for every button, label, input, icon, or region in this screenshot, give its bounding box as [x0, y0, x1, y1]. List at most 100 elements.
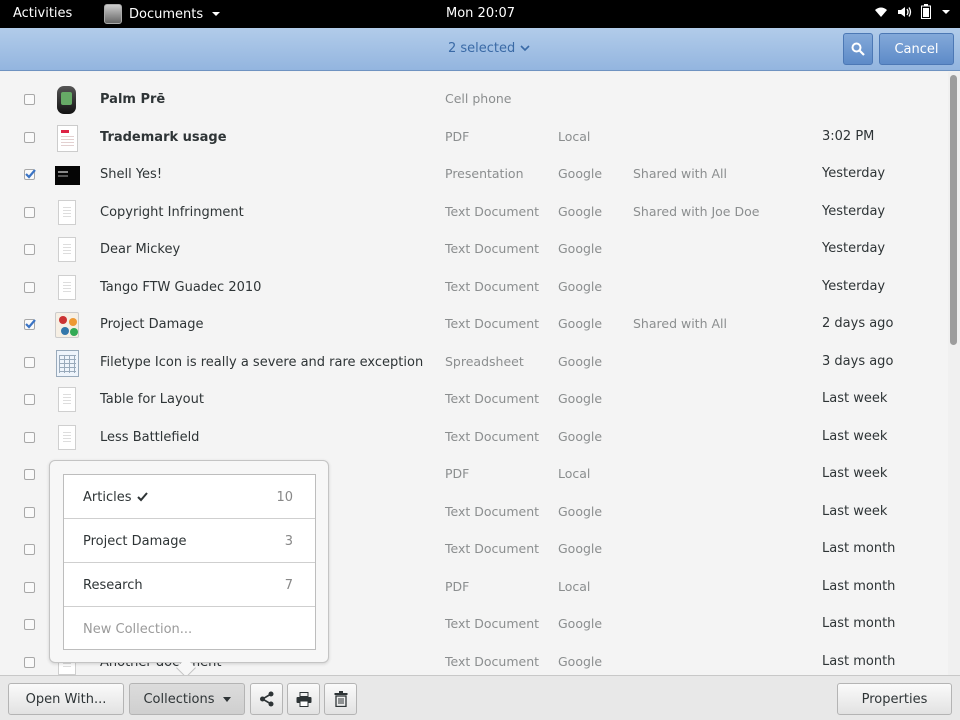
collection-count: 3	[284, 534, 293, 549]
select-checkbox[interactable]	[24, 356, 35, 368]
top-bar: Activities Documents Mon 20:07	[0, 0, 960, 28]
collection-name: Research	[83, 578, 143, 593]
app-menu[interactable]: Documents	[104, 4, 221, 24]
select-checkbox[interactable]	[24, 394, 35, 405]
select-checkbox[interactable]	[24, 94, 35, 105]
print-button[interactable]	[287, 683, 320, 715]
document-thumbnail	[55, 166, 80, 185]
document-sharing: Shared with All	[633, 166, 727, 181]
document-date: Yesterday	[822, 241, 886, 256]
document-row[interactable]: Dear Mickey Text Document Google Yesterday	[0, 231, 948, 268]
document-type: PDF	[445, 128, 470, 144]
collection-count: 10	[276, 490, 293, 505]
search-icon	[851, 42, 865, 56]
document-date: Last month	[822, 616, 896, 631]
trash-button[interactable]	[324, 683, 357, 715]
status-tray[interactable]	[874, 4, 950, 19]
document-sharing: Shared with Joe Doe	[633, 203, 760, 219]
print-icon	[296, 691, 311, 707]
document-thumbnail	[58, 387, 76, 412]
scrollbar[interactable]	[948, 72, 960, 675]
select-checkbox[interactable]	[24, 469, 35, 480]
document-thumbnail	[58, 274, 76, 300]
document-type: Text Document	[445, 278, 540, 294]
select-checkbox[interactable]	[24, 169, 36, 180]
select-checkbox[interactable]	[24, 206, 35, 218]
selection-menu-button[interactable]: 2 selected	[448, 41, 530, 56]
collection-item-articles[interactable]: Articles 10	[64, 475, 315, 519]
document-title: Copyright Infringment	[100, 204, 244, 220]
document-row[interactable]: Tango FTW Guadec 2010 Text Document Google…	[0, 269, 948, 306]
new-collection-input[interactable]: New Collection...	[64, 607, 315, 651]
select-checkbox[interactable]	[24, 319, 36, 330]
document-type: PDF	[445, 578, 470, 594]
document-title: Trademark usage	[100, 129, 227, 145]
document-type: Text Document	[445, 316, 540, 331]
chevron-down-icon	[212, 12, 221, 16]
scrollbar-thumb[interactable]	[950, 75, 957, 345]
document-row[interactable]: Trademark usage PDF Local 3:02 PM	[0, 119, 948, 156]
select-checkbox[interactable]	[24, 431, 35, 443]
select-checkbox[interactable]	[24, 656, 35, 668]
document-date: Last week	[822, 466, 888, 481]
document-source: Google	[558, 203, 603, 219]
document-row[interactable]: Table for Layout Text Document Google Last …	[0, 381, 948, 418]
document-source: Google	[558, 316, 603, 331]
document-source: Local	[558, 128, 591, 144]
select-checkbox[interactable]	[24, 544, 35, 555]
select-checkbox[interactable]	[24, 619, 35, 630]
collection-item-project-damage[interactable]: Project Damage 3	[64, 519, 315, 563]
document-source: Google	[558, 166, 603, 181]
document-source: Google	[558, 241, 603, 256]
collection-count: 7	[284, 578, 293, 593]
clock[interactable]: Mon 20:07	[446, 6, 515, 21]
activities-button[interactable]: Activities	[13, 6, 72, 21]
document-date: Yesterday	[822, 278, 886, 294]
document-source: Google	[558, 653, 603, 669]
document-thumbnail	[58, 424, 76, 450]
cancel-button[interactable]: Cancel	[879, 33, 954, 65]
document-row[interactable]: Copyright Infringment Text Document Google…	[0, 194, 948, 231]
select-checkbox[interactable]	[24, 581, 35, 593]
selection-count-label: 2 selected	[448, 41, 516, 56]
document-title: Palm Prē	[100, 92, 166, 107]
wifi-icon	[875, 7, 887, 17]
select-checkbox[interactable]	[24, 244, 35, 255]
battery-icon	[921, 4, 931, 19]
document-title: Less Battlefield	[100, 429, 200, 445]
collection-item-research[interactable]: Research 7	[64, 563, 315, 607]
collection-name: Articles	[83, 490, 132, 505]
document-row[interactable]: Project Damage Text Document Google Shared …	[0, 306, 948, 343]
trash-icon	[334, 691, 347, 707]
document-row[interactable]: Palm Prē Cell phone	[0, 81, 948, 118]
collections-popover: Articles 10 Project Damage 3 Research 7 …	[49, 460, 329, 678]
document-row[interactable]: Shell Yes! Presentation Google Shared with …	[0, 156, 948, 193]
volume-icon	[898, 6, 912, 17]
search-button[interactable]	[843, 33, 873, 65]
select-checkbox[interactable]	[24, 281, 35, 293]
share-button[interactable]	[250, 683, 283, 715]
open-with-button[interactable]: Open With...	[8, 683, 124, 715]
document-title: Table for Layout	[100, 392, 204, 407]
document-source: Google	[558, 353, 603, 369]
document-type: Spreadsheet	[445, 353, 524, 369]
document-thumbnail	[56, 349, 79, 377]
document-date: Last week	[822, 503, 888, 519]
document-date: Last month	[822, 578, 896, 594]
document-thumbnail	[58, 199, 76, 225]
document-type: Text Document	[445, 203, 540, 219]
document-row[interactable]: Less Battlefield Text Document Google Last …	[0, 419, 948, 456]
select-checkbox[interactable]	[24, 506, 35, 518]
document-source: Google	[558, 428, 603, 444]
open-with-label: Open With...	[25, 691, 107, 707]
properties-button[interactable]: Properties	[837, 683, 952, 715]
document-type: Text Document	[445, 503, 540, 519]
document-row[interactable]: Filetype Icon is really a severe and rar…	[0, 344, 948, 381]
collections-button[interactable]: Collections	[129, 683, 245, 715]
document-thumbnail	[57, 86, 76, 114]
document-date: 2 days ago	[822, 316, 894, 331]
document-type: Text Document	[445, 541, 540, 556]
select-checkbox[interactable]	[24, 131, 35, 143]
document-thumbnail	[57, 124, 78, 152]
document-thumbnail	[55, 312, 79, 338]
